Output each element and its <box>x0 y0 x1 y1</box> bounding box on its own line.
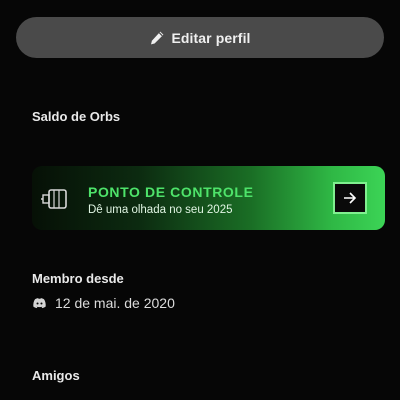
pencil-icon <box>151 31 164 44</box>
discord-icon <box>33 297 46 308</box>
checkpoint-arrow-button[interactable] <box>333 182 367 214</box>
edit-profile-button[interactable]: Editar perfil <box>16 17 384 58</box>
checkpoint-title: PONTO DE CONTROLE <box>88 184 254 200</box>
edit-profile-label: Editar perfil <box>171 29 251 46</box>
arrow-right-icon <box>344 192 357 204</box>
checkpoint-icon <box>41 189 67 209</box>
member-since-date: 12 de mai. de 2020 <box>55 295 175 311</box>
checkpoint-banner[interactable]: PONTO DE CONTROLE Dê uma olhada no seu 2… <box>32 166 385 230</box>
profile-panel: Editar perfil Saldo de Orbs PONTO DE CON… <box>0 0 400 400</box>
member-since-heading: Membro desde <box>32 271 124 286</box>
member-since-row: 12 de mai. de 2020 <box>32 295 175 311</box>
checkpoint-subtitle: Dê uma olhada no seu 2025 <box>88 204 233 216</box>
orbs-balance-heading: Saldo de Orbs <box>32 109 121 124</box>
friends-heading: Amigos <box>32 368 80 383</box>
